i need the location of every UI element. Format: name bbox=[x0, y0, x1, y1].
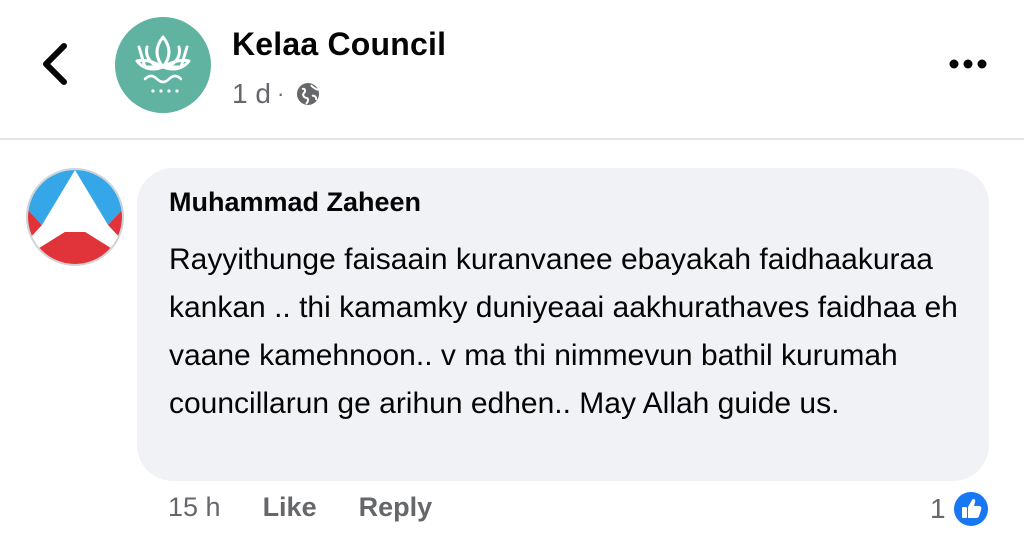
comment-actions: 15 h Like Reply bbox=[168, 492, 474, 523]
comment-time[interactable]: 15 h bbox=[168, 492, 221, 523]
globe-icon[interactable] bbox=[294, 80, 322, 108]
post-header: Kelaa Council 1 d · bbox=[0, 0, 1024, 140]
chevron-left-icon bbox=[43, 43, 67, 85]
reaction-summary[interactable]: 1 bbox=[930, 490, 990, 528]
commenter-avatar[interactable] bbox=[26, 168, 124, 266]
reaction-count: 1 bbox=[930, 493, 946, 524]
reply-button[interactable]: Reply bbox=[359, 492, 433, 523]
more-horizontal-icon bbox=[949, 59, 987, 69]
like-icon bbox=[951, 490, 990, 528]
back-button[interactable] bbox=[36, 40, 76, 88]
comment-bubble: Muhammad Zaheen Rayyithunge faisaain kur… bbox=[137, 168, 989, 481]
comment-text: Rayyithunge faisaain kuranvanee ebayakah… bbox=[169, 243, 958, 420]
council-logo-icon bbox=[135, 35, 191, 93]
commenter-logo-icon bbox=[28, 170, 122, 264]
meta-separator: · bbox=[276, 81, 285, 106]
comment-author[interactable]: Muhammad Zaheen bbox=[169, 187, 421, 218]
page-title[interactable]: Kelaa Council bbox=[232, 26, 446, 63]
post-time[interactable]: 1 d bbox=[232, 78, 271, 110]
post-meta: 1 d · bbox=[232, 78, 322, 110]
like-button[interactable]: Like bbox=[263, 492, 317, 523]
page-avatar[interactable] bbox=[115, 17, 211, 113]
more-options-button[interactable] bbox=[944, 50, 992, 78]
